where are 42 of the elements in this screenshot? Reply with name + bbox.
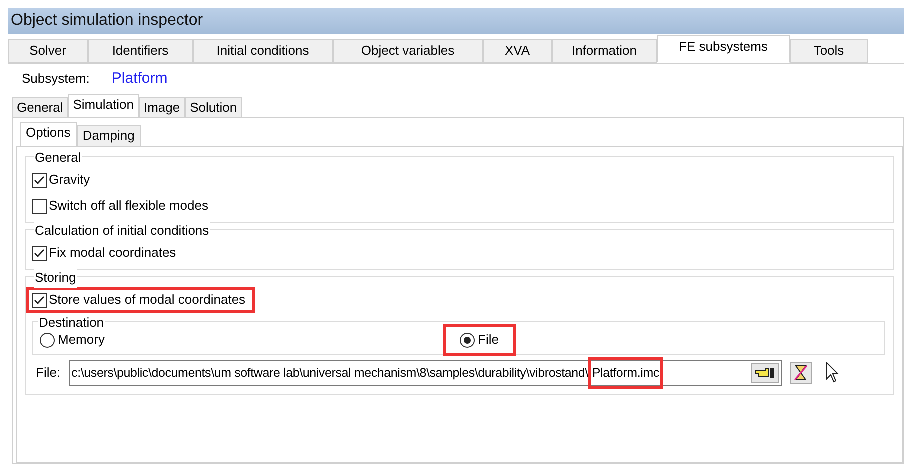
- checkmark-icon: [34, 248, 45, 258]
- tab[interactable]: XVA: [483, 39, 552, 63]
- tab[interactable]: Simulation: [68, 94, 139, 118]
- checkbox-label: Store values of modal coordinates: [49, 291, 246, 310]
- tab[interactable]: FE subsystems: [657, 35, 790, 63]
- subsystem-name: Platform: [112, 68, 168, 89]
- group-title: Storing: [34, 268, 78, 288]
- tab[interactable]: Options: [20, 122, 77, 147]
- browse-button[interactable]: [750, 363, 779, 383]
- radio-button[interactable]: [460, 332, 475, 348]
- checkbox-label: Switch off all flexible modes: [49, 197, 208, 216]
- hourglass-icon: [794, 365, 808, 381]
- file-label: File:: [36, 364, 61, 382]
- checkbox[interactable]: [32, 292, 47, 308]
- file-name: Platform.imc: [588, 356, 664, 390]
- tab[interactable]: General: [12, 97, 68, 118]
- file-path: c:\users\public\documents\um software lab\universal mechanism\8\samples\durability\vibrostand\: [72, 364, 588, 382]
- tab[interactable]: Initial conditions: [193, 39, 333, 63]
- radio-label: Memory: [58, 331, 105, 350]
- checkbox[interactable]: [32, 246, 47, 260]
- tab[interactable]: Object variables: [333, 39, 483, 63]
- checkmark-icon: [34, 296, 45, 304]
- subsystem-label: Subsystem:: [22, 70, 90, 88]
- tab[interactable]: Solver: [8, 39, 88, 63]
- checkbox-label: Gravity: [49, 171, 90, 190]
- tab[interactable]: Solution: [185, 97, 242, 118]
- tab[interactable]: Tools: [790, 39, 868, 63]
- window-title: Object simulation inspector: [11, 11, 204, 31]
- radio-label: File: [478, 331, 499, 350]
- cursor-icon: [826, 362, 842, 384]
- tab[interactable]: Image: [138, 97, 186, 118]
- file-path-field[interactable]: c:\users\public\documents\um software lab\universal mechanism\8\samples\durability\vibrostand\ Platform.imc: [68, 360, 782, 386]
- checkbox-label: Fix modal coordinates: [49, 244, 176, 262]
- checkmark-icon: [34, 176, 45, 184]
- tab[interactable]: Identifiers: [88, 39, 193, 63]
- tab[interactable]: Damping: [76, 125, 141, 147]
- tab[interactable]: Information: [552, 39, 657, 63]
- pointing-hand-icon: [754, 367, 775, 379]
- clear-button[interactable]: [790, 362, 812, 384]
- radio-button[interactable]: [40, 332, 55, 348]
- checkbox[interactable]: [32, 172, 47, 188]
- checkbox[interactable]: [32, 198, 47, 214]
